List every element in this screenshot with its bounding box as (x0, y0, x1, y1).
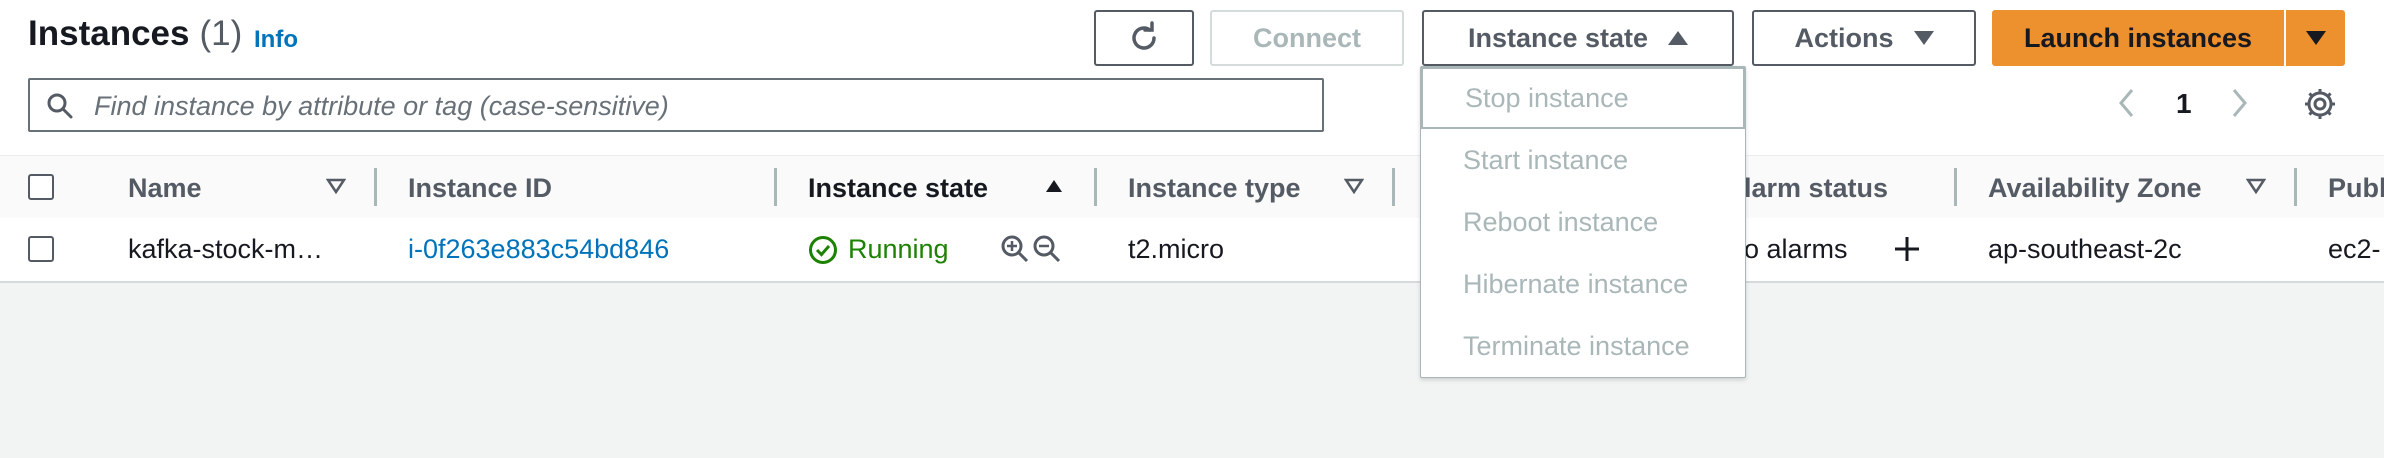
state-label: Running (848, 234, 949, 264)
launch-instances-button[interactable]: Launch instances (1992, 10, 2284, 66)
cell-name: kafka-stock-m… (128, 234, 324, 264)
menu-item-hibernate[interactable]: Hibernate instance (1421, 253, 1745, 315)
column-availability-zone[interactable]: Availability Zone (1988, 173, 2202, 204)
cell-instance-id[interactable]: i-0f263e883c54bd846 (408, 234, 669, 265)
connect-label: Connect (1253, 22, 1361, 53)
caret-down-icon (2305, 31, 2326, 45)
column-divider[interactable] (1392, 168, 1395, 206)
caret-down-icon (1913, 31, 1934, 45)
page-title: Instances (1) (28, 14, 242, 54)
table-header: Name Instance ID Instance state Instance… (0, 155, 2384, 219)
cell-public: ec2- (2328, 234, 2381, 264)
row-checkbox[interactable] (28, 236, 54, 262)
cell-alarm-status: o alarms (1744, 234, 1848, 264)
instances-panel: Instances (1) Info Connect Instance state… (0, 0, 2384, 283)
caret-up-icon (1668, 31, 1689, 45)
column-divider[interactable] (1094, 168, 1097, 206)
column-alarm-status[interactable]: larm status (1744, 173, 1888, 204)
instance-count: (1) (199, 14, 243, 53)
plus-icon[interactable] (1892, 234, 1922, 264)
instance-state-label: Instance state (1467, 22, 1649, 53)
menu-item-terminate[interactable]: Terminate instance (1421, 315, 1745, 377)
launch-instances-label: Launch instances (2023, 22, 2253, 53)
actions-label: Actions (1794, 22, 1894, 53)
search-icon (47, 93, 73, 119)
column-divider[interactable] (374, 168, 377, 206)
sort-up-icon[interactable] (1044, 178, 1064, 194)
instance-state-button[interactable]: Instance state (1422, 10, 1734, 66)
search-input[interactable] (92, 88, 1296, 124)
chevron-left-icon[interactable] (2116, 86, 2138, 120)
launch-options-button[interactable] (2286, 10, 2345, 66)
sort-down-icon[interactable] (1344, 178, 1364, 194)
zoom-in-icon[interactable] (1000, 234, 1030, 264)
page-title-text: Instances (28, 14, 190, 53)
menu-item-reboot[interactable]: Reboot instance (1421, 191, 1745, 253)
column-divider[interactable] (1954, 168, 1957, 206)
page-number[interactable]: 1 (2176, 88, 2192, 120)
column-divider[interactable] (2294, 168, 2297, 206)
sort-down-icon[interactable] (2246, 178, 2266, 194)
search-box[interactable] (28, 78, 1324, 132)
column-instance-state[interactable]: Instance state (808, 173, 988, 204)
column-name[interactable]: Name (128, 173, 202, 204)
column-instance-id[interactable]: Instance ID (408, 173, 552, 204)
connect-button[interactable]: Connect (1210, 10, 1404, 66)
cell-instance-type: t2.micro (1128, 234, 1225, 264)
cell-instance-state: Running (808, 234, 949, 265)
column-public[interactable]: Publ (2328, 173, 2384, 204)
column-divider[interactable] (774, 168, 777, 206)
info-link[interactable]: Info (254, 26, 298, 54)
actions-button[interactable]: Actions (1752, 10, 1976, 66)
select-all-checkbox[interactable] (28, 174, 54, 200)
cell-availability-zone: ap-southeast-2c (1988, 234, 2182, 264)
column-instance-type[interactable]: Instance type (1128, 173, 1301, 204)
sort-down-icon[interactable] (326, 178, 346, 194)
menu-item-start[interactable]: Start instance (1421, 129, 1745, 191)
table-row[interactable]: kafka-stock-m… i-0f263e883c54bd846 Runni… (0, 218, 2384, 280)
instance-state-menu: Stop instance Start instance Reboot inst… (1420, 66, 1746, 378)
chevron-right-icon[interactable] (2228, 86, 2250, 120)
zoom-out-icon[interactable] (1032, 234, 1062, 264)
gear-icon[interactable] (2302, 86, 2338, 122)
check-circle-icon (809, 235, 837, 264)
refresh-icon (1132, 21, 1156, 50)
refresh-button[interactable] (1094, 10, 1194, 66)
menu-item-stop[interactable]: Stop instance (1421, 67, 1745, 129)
